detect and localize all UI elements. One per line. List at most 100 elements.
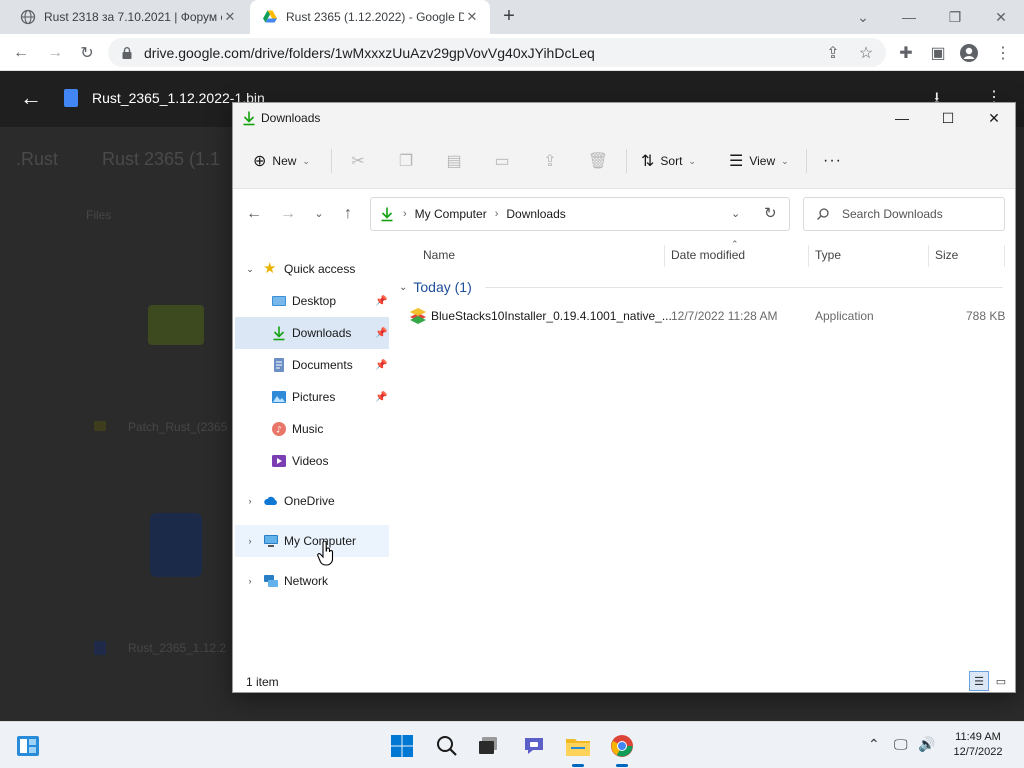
share-icon[interactable]: ⇪: [820, 40, 846, 66]
details-view-icon[interactable]: ☰: [969, 671, 989, 691]
group-header-today[interactable]: ⌄ Today (1): [399, 277, 472, 297]
delete-icon[interactable]: 🗑: [587, 151, 609, 173]
search-input[interactable]: [842, 207, 1002, 221]
explorer-title-bar[interactable]: Downloads — ☐ ✕: [233, 103, 1015, 133]
back-arrow-icon[interactable]: ←: [20, 87, 44, 111]
tiles-view-icon[interactable]: ▭: [991, 671, 1011, 691]
divider[interactable]: [1004, 245, 1005, 267]
tab-close-icon[interactable]: ✕: [222, 9, 238, 25]
sidebar-item-pictures[interactable]: Pictures 📌: [235, 381, 389, 413]
new-button[interactable]: ⊕ New ⌄: [253, 147, 310, 175]
chevron-down-icon[interactable]: ⌄: [731, 207, 740, 220]
chrome-menu-icon[interactable]: ⋮: [990, 40, 1016, 66]
sidebar-item-downloads[interactable]: Downloads 📌: [235, 317, 389, 349]
pin-icon[interactable]: 📌: [375, 392, 387, 403]
chevron-up-icon[interactable]: ⌃: [868, 736, 880, 753]
sidebar-item-my-computer[interactable]: › My Computer: [235, 525, 389, 557]
pin-icon[interactable]: 📌: [375, 360, 387, 371]
file-icon: [150, 513, 202, 577]
browser-close-icon[interactable]: ✕: [978, 0, 1024, 34]
network-monitor-icon[interactable]: 🖵: [894, 736, 908, 753]
browser-minimize-icon[interactable]: —: [886, 0, 932, 34]
breadcrumb-downloads[interactable]: Downloads: [506, 207, 565, 221]
widgets-icon[interactable]: [13, 731, 43, 761]
sidebar-item-label: Quick access: [284, 262, 356, 276]
divider: [626, 149, 627, 173]
side-panel-icon[interactable]: ▣: [925, 40, 951, 66]
forward-arrow-icon[interactable]: →: [42, 40, 68, 66]
share-icon[interactable]: ⇪: [539, 151, 561, 173]
file-explorer-icon[interactable]: [563, 731, 593, 767]
sidebar-item-desktop[interactable]: Desktop 📌: [235, 285, 389, 317]
up-arrow-icon[interactable]: ↑: [337, 203, 359, 225]
sidebar-item-network[interactable]: › Network: [235, 565, 389, 597]
new-tab-button[interactable]: +: [498, 6, 520, 28]
sidebar-item-documents[interactable]: Documents 📌: [235, 349, 389, 381]
paste-icon[interactable]: ▤: [443, 151, 465, 173]
clock-time: 11:49 AM: [955, 731, 1001, 743]
column-header-name[interactable]: Name: [423, 239, 455, 271]
address-bar[interactable]: drive.google.com/drive/folders/1wMxxxzUu…: [108, 38, 886, 67]
forward-arrow-icon[interactable]: →: [277, 203, 299, 225]
sort-button[interactable]: ⇅ Sort ⌄: [641, 147, 696, 175]
bookmark-star-icon[interactable]: ☆: [853, 40, 879, 66]
file-name: BlueStacks10Installer_0.19.4.1001_native…: [431, 309, 672, 323]
close-icon[interactable]: ✕: [971, 103, 1017, 133]
explorer-address-bar[interactable]: › My Computer › Downloads ⌄ ↻: [370, 197, 790, 231]
chevron-right-icon[interactable]: ›: [245, 536, 255, 546]
divider[interactable]: [928, 245, 929, 267]
search-icon[interactable]: [432, 731, 462, 761]
pin-icon[interactable]: 📌: [375, 296, 387, 307]
sidebar-item-label: Downloads: [292, 326, 352, 340]
browser-restore-icon[interactable]: ❐: [932, 0, 978, 34]
task-view-icon[interactable]: [473, 731, 503, 761]
pin-icon[interactable]: 📌: [375, 328, 387, 339]
sidebar-item-videos[interactable]: Videos: [235, 445, 389, 477]
file-list: Name Date modified ⌃ Type Size ⌄ Today (…: [391, 239, 1015, 764]
start-windows-icon[interactable]: [387, 731, 417, 761]
sidebar-item-quick-access[interactable]: ⌄ ★ Quick access: [235, 253, 389, 285]
copy-icon[interactable]: ❐: [395, 151, 417, 173]
maximize-icon[interactable]: ☐: [925, 103, 971, 133]
breadcrumb-my-computer[interactable]: My Computer: [415, 207, 487, 221]
divider[interactable]: [664, 245, 665, 267]
profile-avatar-icon[interactable]: [956, 40, 982, 66]
more-options-icon[interactable]: ···: [823, 147, 842, 175]
chevron-down-icon[interactable]: ⌄: [245, 264, 255, 275]
reload-icon[interactable]: ↻: [74, 40, 100, 66]
sidebar-item-label: Desktop: [292, 294, 337, 308]
browser-tab-drive[interactable]: Rust 2365 (1.12.2022) - Google Dr ✕: [250, 0, 490, 34]
recent-locations-icon[interactable]: ⌄: [308, 203, 330, 225]
chevron-right-icon: ›: [403, 208, 407, 220]
documents-icon: [274, 358, 284, 372]
drive-patch-item: Patch_Rust_(2365: [128, 420, 228, 434]
volume-icon[interactable]: 🔊: [918, 736, 935, 753]
minimize-icon[interactable]: —: [879, 103, 925, 133]
search-box[interactable]: [803, 197, 1005, 231]
back-arrow-icon[interactable]: ←: [243, 203, 265, 225]
column-header-type[interactable]: Type: [815, 239, 841, 271]
browser-tab-forum[interactable]: Rust 2318 за 7.10.2021 | Форум с ✕: [8, 0, 248, 34]
teams-chat-icon[interactable]: [519, 731, 549, 761]
rename-icon[interactable]: ▭: [491, 151, 513, 173]
file-row[interactable]: BlueStacks10Installer_0.19.4.1001_native…: [399, 305, 1005, 327]
sidebar-item-onedrive[interactable]: › OneDrive: [235, 485, 389, 517]
cut-icon[interactable]: ✂: [347, 151, 369, 173]
tab-search-icon[interactable]: ⌄: [840, 0, 886, 34]
chevron-right-icon[interactable]: ›: [245, 576, 255, 586]
refresh-icon[interactable]: ↻: [764, 204, 777, 222]
chevron-right-icon[interactable]: ›: [245, 496, 255, 506]
divider[interactable]: [808, 245, 809, 267]
system-clock[interactable]: 11:49 AM 12/7/2022: [940, 730, 1016, 760]
chevron-down-icon: ⌄: [399, 281, 408, 293]
column-header-size[interactable]: Size: [935, 239, 958, 271]
chrome-icon[interactable]: [607, 731, 637, 767]
url-text: drive.google.com/drive/folders/1wMxxxzUu…: [144, 44, 595, 61]
lock-icon[interactable]: [120, 46, 134, 60]
view-button[interactable]: ☰ View ⌄: [729, 147, 789, 175]
extensions-puzzle-icon[interactable]: ✚: [893, 40, 919, 66]
view-lines-icon: ☰: [729, 153, 744, 170]
tab-close-icon[interactable]: ✕: [464, 9, 480, 25]
sidebar-item-music[interactable]: ♪ Music: [235, 413, 389, 445]
back-arrow-icon[interactable]: ←: [8, 40, 34, 66]
